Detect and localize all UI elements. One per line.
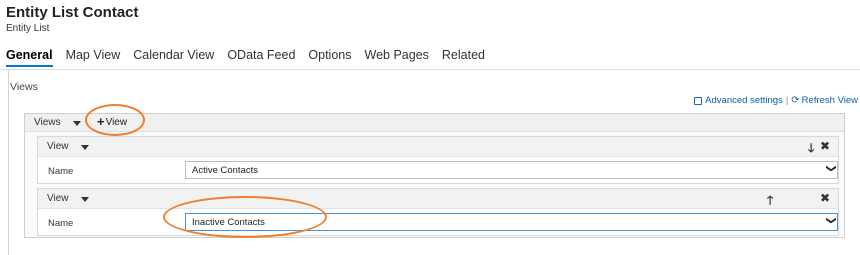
refresh-view-label: Refresh View xyxy=(801,95,858,106)
tab-related[interactable]: Related xyxy=(442,48,485,67)
add-view-label: View xyxy=(105,116,128,128)
view-block-header: View 🡑 ✖ xyxy=(38,189,838,209)
tab-options[interactable]: Options xyxy=(308,48,351,67)
page-subtitle: Entity List xyxy=(6,23,50,34)
view-block: View 🡑 ✖ Name Inactive Contacts ❯ xyxy=(37,188,839,236)
view-block-title: View xyxy=(47,193,69,204)
refresh-icon: ⟳ xyxy=(791,95,800,106)
view-name-value: Active Contacts xyxy=(192,165,258,176)
name-label: Name xyxy=(48,166,74,177)
tab-map-view[interactable]: Map View xyxy=(66,48,121,67)
caret-down-icon[interactable] xyxy=(73,121,81,126)
tab-web-pages[interactable]: Web Pages xyxy=(365,48,429,67)
tab-calendar-view[interactable]: Calendar View xyxy=(133,48,214,67)
tab-bar: General Map View Calendar View OData Fee… xyxy=(6,48,498,67)
view-name-select[interactable]: Inactive Contacts ❯ xyxy=(185,213,838,231)
chevron-down-icon: ❯ xyxy=(825,216,837,225)
caret-down-icon[interactable] xyxy=(81,197,89,202)
caret-down-icon[interactable] xyxy=(81,145,89,150)
close-icon[interactable]: ✖ xyxy=(820,139,830,153)
page-title: Entity List Contact xyxy=(6,4,139,21)
view-name-value: Inactive Contacts xyxy=(192,217,265,228)
views-panel-label: Views xyxy=(34,117,61,128)
tab-odata-feed[interactable]: OData Feed xyxy=(227,48,295,67)
add-view-button[interactable]: + View xyxy=(97,114,128,129)
settings-links: Advanced settings | ⟳ Refresh View xyxy=(694,95,858,106)
chevron-down-icon: ❯ xyxy=(825,164,837,173)
view-name-row: Name Active Contacts ❯ xyxy=(38,157,838,185)
view-block-header: View 🡓 ✖ xyxy=(38,137,838,157)
link-separator: | xyxy=(785,95,789,106)
name-label: Name xyxy=(48,218,74,229)
close-icon[interactable]: ✖ xyxy=(820,191,830,205)
advanced-settings-link[interactable]: Advanced settings xyxy=(694,95,783,106)
view-block-title: View xyxy=(47,141,69,152)
section-title: Views xyxy=(10,81,38,93)
view-name-row: Name Inactive Contacts ❯ xyxy=(38,209,838,237)
refresh-view-link[interactable]: ⟳ Refresh View xyxy=(791,95,858,106)
tab-general[interactable]: General xyxy=(6,48,53,67)
views-panel-header: Views + View xyxy=(25,114,844,132)
advanced-settings-label: Advanced settings xyxy=(705,95,783,106)
checkbox-square-icon xyxy=(694,96,703,105)
view-name-select[interactable]: Active Contacts ❯ xyxy=(185,161,838,179)
view-block: View 🡓 ✖ Name Active Contacts ❯ xyxy=(37,136,839,184)
views-panel: Views + View View 🡓 ✖ Name Active Contac… xyxy=(24,113,845,238)
plus-icon: + xyxy=(97,114,105,129)
